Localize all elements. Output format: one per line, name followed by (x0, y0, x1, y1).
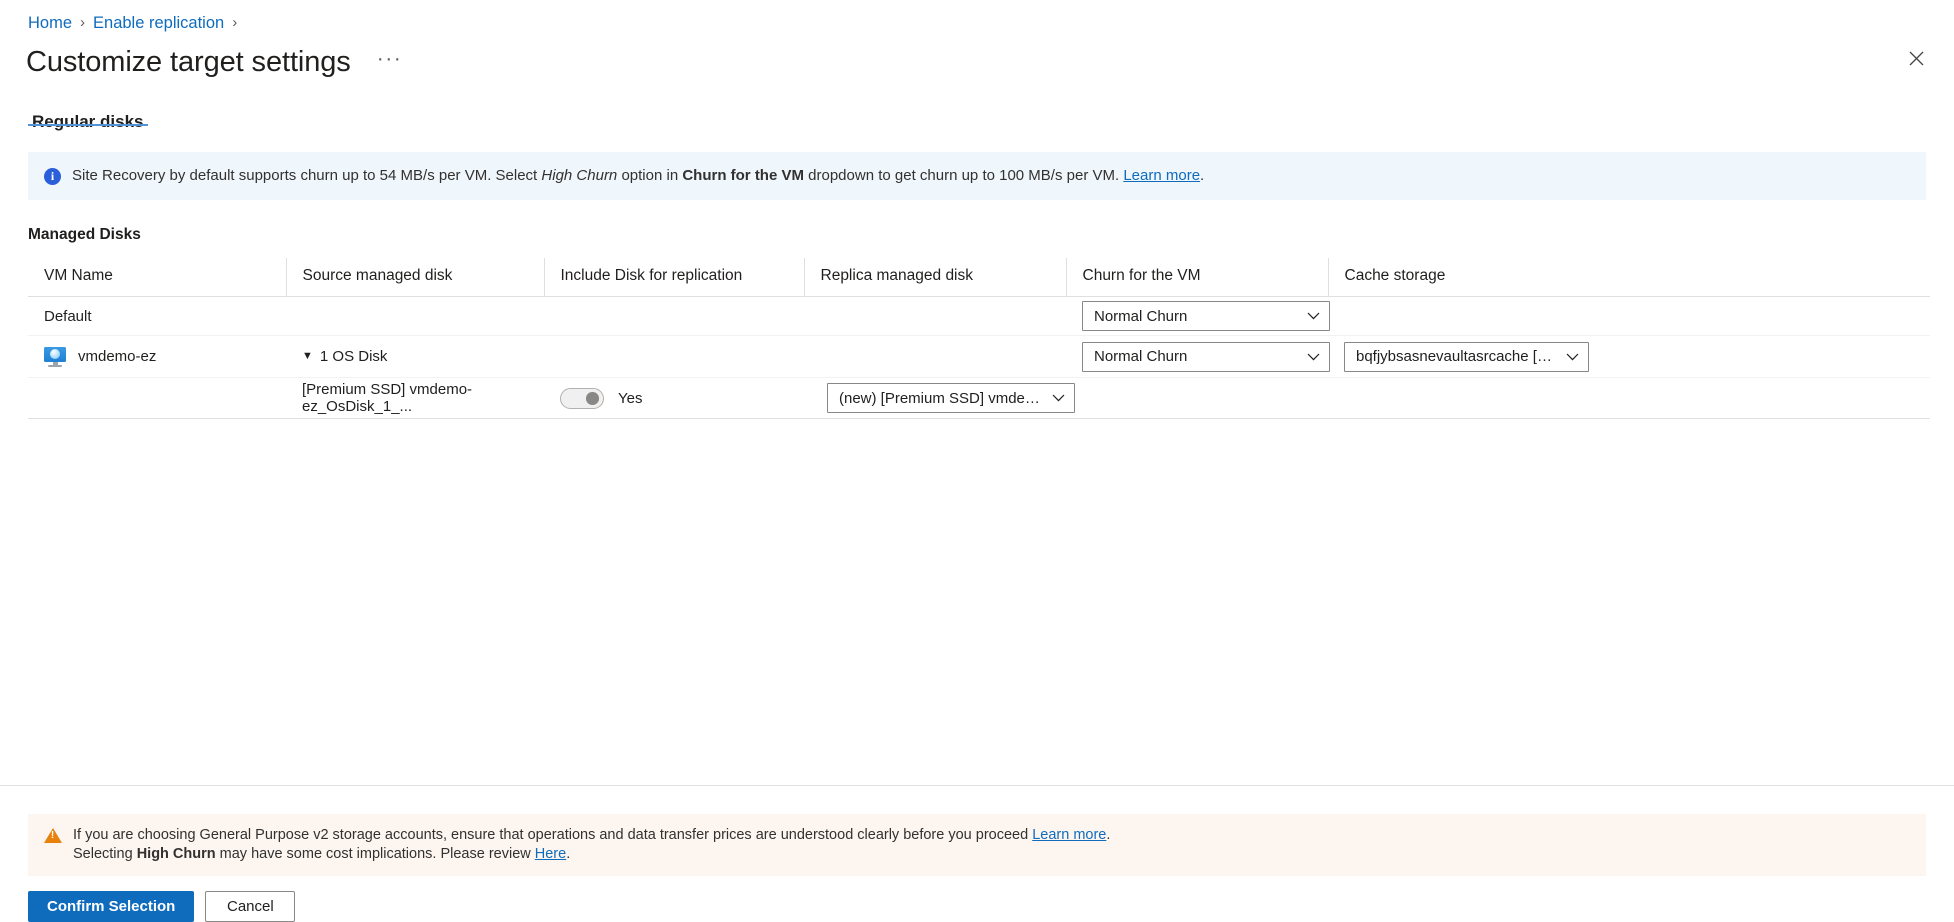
cell-cache-storage-vm: bqfjybsasnevaultasrcache [Standar... (1328, 336, 1930, 378)
close-button[interactable] (1900, 42, 1932, 74)
cell-source-disk-default (286, 297, 544, 336)
info-text-end: . (1200, 167, 1204, 184)
warning-line2-end: . (566, 846, 570, 862)
breadcrumb-separator: › (80, 13, 85, 33)
title-row: Customize target settings ··· (0, 34, 1954, 84)
expand-collapse-caret-icon[interactable]: ▼ (302, 351, 313, 362)
info-text-part3: dropdown to get churn up to 100 MB/s per… (804, 167, 1123, 184)
warning-learn-more-link[interactable]: Learn more (1032, 827, 1106, 843)
warning-line-1: If you are choosing General Purpose v2 s… (73, 826, 1110, 845)
section-heading-managed-disks: Managed Disks (28, 226, 1926, 244)
info-text-part2: option in (617, 167, 682, 184)
table-row: [Premium SSD] vmdemo-ez_OsDisk_1_... Yes… (28, 378, 1930, 419)
cell-disk-group: ▼ 1 OS Disk (286, 336, 544, 378)
churn-dropdown-vm-value: Normal Churn (1094, 348, 1187, 365)
cell-churn-vm: Normal Churn (1066, 336, 1328, 378)
table-header-row: VM Name Source managed disk Include Disk… (28, 258, 1930, 297)
disk-group-label: 1 OS Disk (320, 348, 388, 365)
cell-churn-default: Normal Churn (1066, 297, 1328, 336)
chevron-down-icon (1566, 353, 1579, 361)
managed-disks-table: VM Name Source managed disk Include Disk… (28, 258, 1930, 419)
breadcrumb-item-enable-replication[interactable]: Enable replication (93, 13, 224, 33)
replica-managed-disk-dropdown-value: (new) [Premium SSD] vmdemo-ez_... (839, 390, 1042, 407)
table-row: vmdemo-ez ▼ 1 OS Disk Normal Churn (28, 336, 1930, 378)
column-header-replica-managed-disk: Replica managed disk (804, 258, 1066, 297)
virtual-machine-icon (44, 347, 66, 367)
warning-banner: If you are choosing General Purpose v2 s… (28, 814, 1926, 876)
vm-name-label: vmdemo-ez (78, 348, 156, 365)
tab-list: Regular disks (0, 84, 1954, 126)
churn-dropdown-default[interactable]: Normal Churn (1082, 301, 1330, 331)
cell-include-disk: Yes (544, 378, 804, 419)
breadcrumb-separator: › (232, 13, 237, 33)
warning-line2-strong: High Churn (137, 846, 216, 862)
include-disk-toggle[interactable] (560, 388, 604, 409)
tab-regular-disks[interactable]: Regular disks (28, 112, 148, 126)
cell-include-disk-vm (544, 336, 804, 378)
chevron-down-icon (1307, 312, 1320, 320)
confirm-selection-button[interactable]: Confirm Selection (28, 891, 194, 922)
include-disk-toggle-label: Yes (618, 390, 642, 407)
warning-line2-part2: may have some cost implications. Please … (216, 846, 535, 862)
more-options-button[interactable]: ··· (371, 47, 408, 77)
replica-managed-disk-dropdown[interactable]: (new) [Premium SSD] vmdemo-ez_... (827, 383, 1075, 413)
table-row: Default Normal Churn (28, 297, 1930, 336)
info-text-part1: Site Recovery by default supports churn … (72, 167, 541, 184)
cell-replica-disk-default (804, 297, 1066, 336)
cancel-button[interactable]: Cancel (205, 891, 295, 922)
cache-storage-dropdown[interactable]: bqfjybsasnevaultasrcache [Standar... (1344, 342, 1589, 372)
cell-vm-name: vmdemo-ez (28, 336, 286, 378)
cell-cache-storage-disk (1328, 378, 1930, 419)
warning-line2-part1: Selecting (73, 846, 137, 862)
cell-source-disk: [Premium SSD] vmdemo-ez_OsDisk_1_... (286, 378, 544, 419)
blade-customize-target-settings: Home › Enable replication › Customize ta… (0, 0, 1954, 922)
cell-replica-disk: (new) [Premium SSD] vmdemo-ez_... (804, 378, 1066, 419)
warning-line-2: Selecting High Churn may have some cost … (73, 845, 1110, 864)
column-header-source-managed-disk: Source managed disk (286, 258, 544, 297)
chevron-down-icon (1052, 394, 1065, 402)
info-icon: i (44, 168, 61, 185)
blade-footer: If you are choosing General Purpose v2 s… (0, 785, 1954, 922)
cache-storage-dropdown-value: bqfjybsasnevaultasrcache [Standar... (1356, 348, 1556, 365)
info-learn-more-link[interactable]: Learn more (1123, 167, 1200, 184)
cell-vm-name-disk (28, 378, 286, 419)
cell-vm-name-default: Default (28, 297, 286, 336)
cell-include-disk-default (544, 297, 804, 336)
cell-cache-storage-default (1328, 297, 1930, 336)
cell-churn-disk (1066, 378, 1328, 419)
info-text-emphasis: High Churn (541, 167, 617, 184)
breadcrumb: Home › Enable replication › (0, 0, 1954, 34)
warning-here-link[interactable]: Here (535, 846, 566, 862)
info-text-strong: Churn for the VM (682, 167, 804, 184)
info-banner-text: Site Recovery by default supports churn … (72, 166, 1204, 186)
warning-line1-end: . (1106, 827, 1110, 843)
close-icon (1909, 51, 1924, 66)
chevron-down-icon (1307, 353, 1320, 361)
warning-banner-text: If you are choosing General Purpose v2 s… (73, 826, 1110, 863)
column-header-churn-for-vm: Churn for the VM (1066, 258, 1328, 297)
cell-replica-disk-vm (804, 336, 1066, 378)
column-header-include-disk: Include Disk for replication (544, 258, 804, 297)
action-bar: Confirm Selection Cancel (28, 876, 1926, 922)
toggle-knob (586, 392, 599, 405)
breadcrumb-item-home[interactable]: Home (28, 13, 72, 33)
page-title: Customize target settings (26, 43, 351, 81)
churn-dropdown-vm[interactable]: Normal Churn (1082, 342, 1330, 372)
column-header-vm-name: VM Name (28, 258, 286, 297)
blade-content: i Site Recovery by default supports chur… (0, 126, 1954, 785)
info-banner: i Site Recovery by default supports chur… (28, 152, 1926, 200)
warning-line1-part1: If you are choosing General Purpose v2 s… (73, 827, 1032, 843)
column-header-cache-storage: Cache storage (1328, 258, 1930, 297)
churn-dropdown-default-value: Normal Churn (1094, 308, 1187, 325)
warning-icon (44, 828, 62, 843)
